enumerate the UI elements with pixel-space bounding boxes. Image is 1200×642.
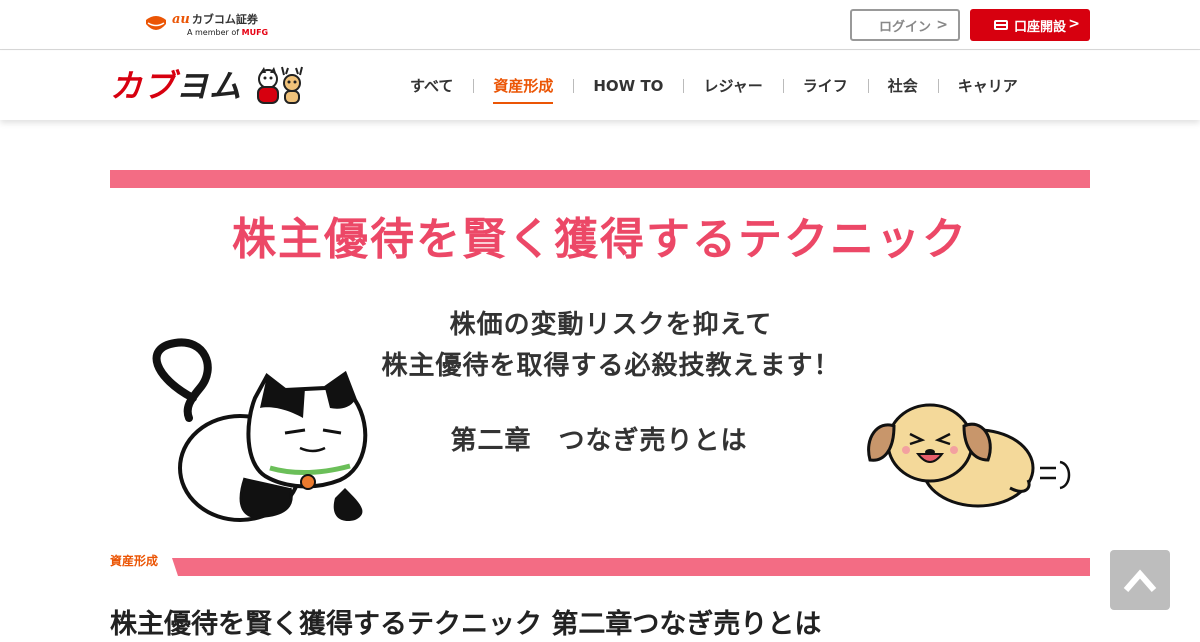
nav-item-asset-building[interactable]: 資産形成 [473, 76, 573, 104]
chevron-right-icon: > [936, 17, 948, 33]
dog-illustration [867, 403, 1071, 508]
category-nav: すべて 資産形成 HOW TO レジャー ライフ 社会 キャリア [390, 51, 1038, 120]
main-nav-bar: カブヨム すべて 資産形成 HOW TO レジャー ライフ 社会 キャリア [0, 51, 1200, 120]
au-brand-text: au カブコム証券 [172, 12, 258, 27]
arrow-up-icon [1123, 569, 1157, 592]
kabuyomu-logo[interactable]: カブヨム [110, 68, 242, 104]
au-logo-icon [146, 16, 166, 30]
active-underline [493, 101, 554, 104]
open-account-label: 口座開設 [1013, 19, 1066, 35]
scroll-to-top-button[interactable] [1110, 550, 1170, 610]
nav-item-life[interactable]: ライフ [782, 76, 868, 96]
mascot-icon [257, 66, 303, 104]
au-sub-text: A member of MUFG [187, 28, 269, 37]
chevron-right-icon: > [1068, 16, 1080, 32]
nav-item-career[interactable]: キャリア [937, 76, 1038, 96]
au-kabucom-logo[interactable]: au カブコム証券 A member of MUFG [144, 11, 284, 39]
nav-item-all[interactable]: すべて [390, 76, 473, 96]
mufg-label: MUFG [241, 28, 269, 37]
card-icon [993, 20, 1008, 30]
hero-title: 株主優待を賢く獲得するテクニック [232, 214, 968, 265]
top-bar: au カブコム証券 A member of MUFG ログイン > 口座開設 > [0, 0, 1200, 50]
nav-item-leisure[interactable]: レジャー [683, 76, 782, 96]
article-category-label[interactable]: 資産形成 [110, 552, 158, 569]
open-account-button[interactable]: 口座開設 > [970, 9, 1090, 41]
article-title: 株主優待を賢く獲得するテクニック 第二章つなぎ売りとは [110, 609, 822, 640]
category-bar [172, 558, 1090, 576]
login-button[interactable]: ログイン > [850, 9, 960, 41]
nav-item-howto[interactable]: HOW TO [573, 76, 683, 96]
cat-illustration [152, 338, 368, 522]
nav-item-society[interactable]: 社会 [867, 76, 938, 96]
login-label: ログイン [878, 19, 931, 35]
hero-subtitle-line-1: 株価の変動リスクを抑えて [449, 310, 773, 340]
hero-top-bar [110, 170, 1090, 188]
